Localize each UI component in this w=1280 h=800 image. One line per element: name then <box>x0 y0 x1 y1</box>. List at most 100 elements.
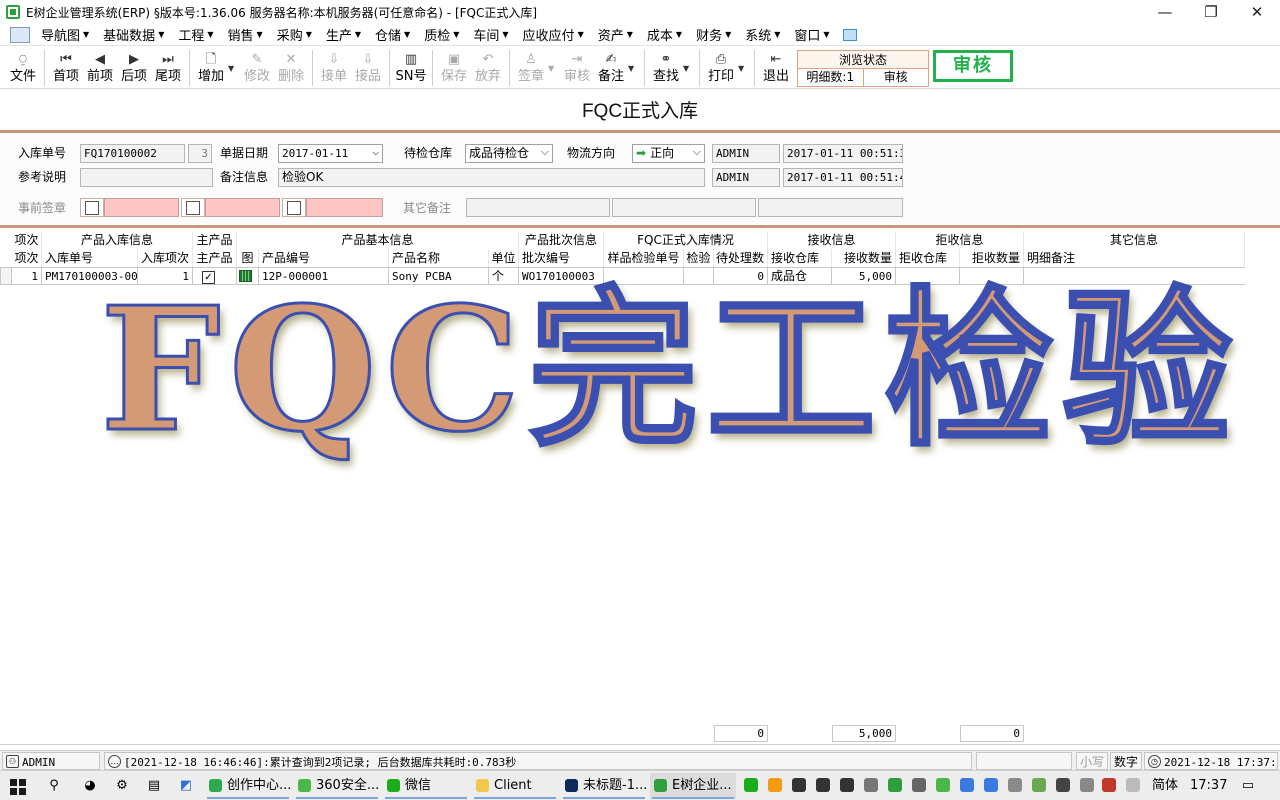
menu-assets[interactable]: 资产 ▼ <box>591 24 640 46</box>
tray-app-icon[interactable] <box>1032 778 1046 792</box>
save-button[interactable]: ▣ 保存 <box>437 47 471 89</box>
taskbar-app-client[interactable]: Client <box>472 773 558 799</box>
note-dropdown-icon[interactable]: ▼ <box>628 47 640 89</box>
warehouse-select[interactable]: 成品待检仓 <box>465 144 553 163</box>
add-button[interactable]: 🗋 增加 <box>194 47 228 89</box>
col-inspect[interactable]: 检验 <box>684 249 714 267</box>
wifi-icon[interactable] <box>912 778 926 792</box>
tray-360-icon[interactable] <box>936 778 950 792</box>
tray-qq-icon[interactable] <box>792 778 806 792</box>
taskbar-app-erp[interactable]: E树企业... <box>650 773 736 799</box>
tray-qq-icon[interactable] <box>816 778 830 792</box>
minimize-icon[interactable]: — <box>1142 0 1188 24</box>
discard-button[interactable]: ↶ 放弃 <box>471 47 505 89</box>
tray-wechat-icon[interactable] <box>744 778 758 792</box>
notification-icon[interactable]: ▭ <box>1240 778 1256 794</box>
col-main-product[interactable]: 主产品 <box>193 249 237 267</box>
menu-finance[interactable]: 财务 ▼ <box>689 24 738 46</box>
note-button[interactable]: ✍ 备注 <box>594 47 628 89</box>
edit-button[interactable]: ✎ 修改 <box>240 47 274 89</box>
menu-app-icon[interactable] <box>10 26 30 43</box>
menu-navigation[interactable]: 导航图 ▼ <box>34 24 96 46</box>
col-memo[interactable]: 明细备注 <box>1024 249 1245 267</box>
col-rej-wh[interactable]: 拒收仓库 <box>896 249 960 267</box>
col-image[interactable]: 图 <box>237 249 259 267</box>
pre-sign-checkbox-3[interactable] <box>287 201 301 215</box>
volume-icon[interactable] <box>864 778 878 792</box>
delete-button[interactable]: ✕ 删除 <box>274 47 308 89</box>
reference-field[interactable] <box>80 168 213 187</box>
last-record-button[interactable]: ⏭ 尾项 <box>151 47 185 89</box>
other-remark-field-2[interactable] <box>612 198 756 217</box>
receive-item-button[interactable]: ⇩ 接品 <box>351 47 385 89</box>
menu-sales[interactable]: 销售 ▼ <box>221 24 270 46</box>
taskbar-app-wechat[interactable]: 微信 <box>383 773 469 799</box>
pre-sign-field-1[interactable] <box>104 198 179 217</box>
tray-app-icon[interactable] <box>1080 778 1094 792</box>
find-button[interactable]: ⚭ 查找 <box>649 47 683 89</box>
receive-order-button[interactable]: ⇩ 接单 <box>317 47 351 89</box>
col-doc-no[interactable]: 入库单号 <box>42 249 138 267</box>
menu-production[interactable]: 生产 ▼ <box>319 24 368 46</box>
col-product-no[interactable]: 产品编号 <box>259 249 389 267</box>
row-indicator[interactable] <box>0 267 12 285</box>
menu-quality[interactable]: 质检 ▼ <box>417 24 466 46</box>
pre-sign-checkbox-1[interactable] <box>85 201 99 215</box>
windows-start-icon[interactable] <box>10 779 26 795</box>
doc-seq-field[interactable]: 3 <box>188 144 212 163</box>
first-record-button[interactable]: ⏮ 首项 <box>49 47 83 89</box>
pre-sign-checkbox-2[interactable] <box>186 201 200 215</box>
pre-sign-field-3[interactable] <box>306 198 383 217</box>
add-dropdown-icon[interactable]: ▼ <box>228 47 240 89</box>
tray-app-icon[interactable] <box>1126 778 1140 792</box>
tray-bing-icon[interactable] <box>960 778 974 792</box>
window-list-icon[interactable] <box>842 28 857 41</box>
print-dropdown-icon[interactable]: ▼ <box>738 47 750 89</box>
qq-penguin-icon[interactable]: ◕ <box>82 778 98 794</box>
menu-ar-ap[interactable]: 应收应付 ▼ <box>516 24 591 46</box>
other-remark-field-1[interactable] <box>466 198 610 217</box>
doc-date-picker[interactable]: 2017-01-11 <box>278 144 383 163</box>
menu-engineering[interactable]: 工程 ▼ <box>171 24 220 46</box>
taskbar-clock[interactable]: 17:37 <box>1190 771 1227 800</box>
pre-sign-field-2[interactable] <box>205 198 280 217</box>
tray-qq-icon[interactable] <box>840 778 854 792</box>
print-button[interactable]: ⎙ 打印 <box>704 47 738 89</box>
col-recv-wh[interactable]: 接收仓库 <box>768 249 832 267</box>
col-recv-qty[interactable]: 接收数量 <box>832 249 896 267</box>
other-remark-field-3[interactable] <box>758 198 903 217</box>
exit-button[interactable]: ⇤ 退出 <box>759 47 793 89</box>
taskbar-app-creator[interactable]: 创作中心... <box>205 773 291 799</box>
menu-basic-data[interactable]: 基础数据 ▼ <box>96 24 171 46</box>
search-icon[interactable]: ⚲ <box>46 778 62 794</box>
col-doc-seq[interactable]: 入库项次 <box>138 249 193 267</box>
close-icon[interactable]: ✕ <box>1234 0 1280 24</box>
tray-app-icon[interactable] <box>1008 778 1022 792</box>
tools-icon[interactable]: ⚙ <box>114 778 130 794</box>
col-unit[interactable]: 单位 <box>489 249 519 267</box>
col-sample-no[interactable]: 样品检验单号 <box>604 249 684 267</box>
ime-indicator[interactable]: 简体 <box>1152 771 1178 800</box>
menu-workshop[interactable]: 车间 ▼ <box>466 24 515 46</box>
col-rej-qty[interactable]: 拒收数量 <box>960 249 1024 267</box>
col-batch-no[interactable]: 批次编号 <box>519 249 604 267</box>
col-seq[interactable]: 项次 <box>12 249 42 267</box>
remark-field[interactable]: 检验OK <box>278 168 705 187</box>
tray-security-icon[interactable] <box>1102 778 1116 792</box>
app-shortcut-icon[interactable]: ◩ <box>178 778 194 794</box>
tray-erp-icon[interactable] <box>888 778 902 792</box>
taskbar-app-photoshop[interactable]: 未标题-1... <box>561 773 647 799</box>
menu-cost[interactable]: 成本 ▼ <box>640 24 689 46</box>
audit-button[interactable]: ⇥ 审核 <box>560 47 594 89</box>
sign-button[interactable]: ♙ 签章 <box>514 47 548 89</box>
previous-record-button[interactable]: ◀ 前项 <box>83 47 117 89</box>
next-record-button[interactable]: ▶ 后项 <box>117 47 151 89</box>
menu-system[interactable]: 系统 ▼ <box>738 24 787 46</box>
file-button[interactable]: ⍜ 文件 <box>6 47 40 89</box>
menu-warehouse[interactable]: 仓储 ▼ <box>368 24 417 46</box>
col-pending[interactable]: 待处理数 <box>714 249 768 267</box>
sign-dropdown-icon[interactable]: ▼ <box>548 47 560 89</box>
sn-button[interactable]: ▥ SN号 <box>394 47 428 89</box>
taskbar-app-360[interactable]: 360安全... <box>294 773 380 799</box>
col-product-name[interactable]: 产品名称 <box>389 249 489 267</box>
